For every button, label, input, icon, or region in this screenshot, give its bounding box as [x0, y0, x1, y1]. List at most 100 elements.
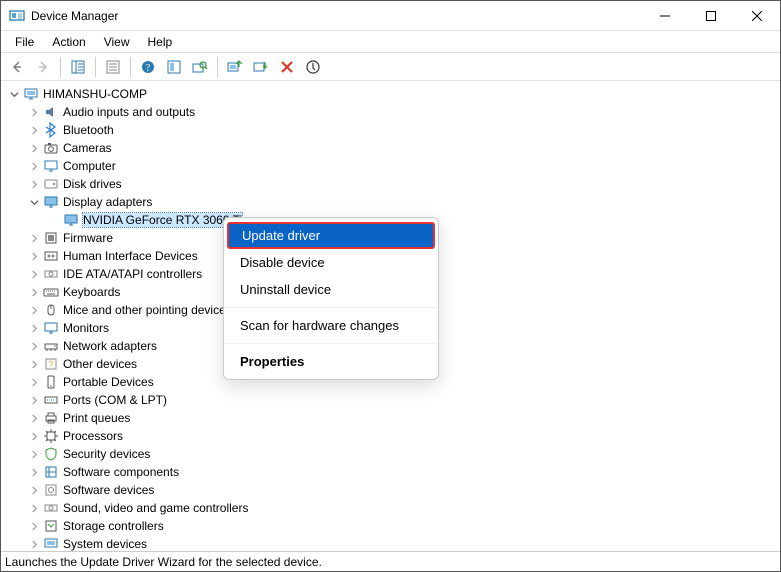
tree-item[interactable]: Bluetooth [27, 121, 780, 139]
chevron-right-icon[interactable] [27, 105, 41, 119]
tree-item[interactable]: Audio inputs and outputs [27, 103, 780, 121]
chevron-right-icon[interactable] [27, 321, 41, 335]
tree-item-label: Portable Devices [63, 375, 154, 389]
device-category-icon [43, 320, 59, 336]
chevron-right-icon[interactable] [27, 231, 41, 245]
tree-item-label: Disk drives [63, 177, 122, 191]
device-category-icon: ? [43, 356, 59, 372]
tree-item[interactable]: Software components [27, 463, 780, 481]
ctx-uninstall-device[interactable]: Uninstall device [224, 276, 438, 303]
tree-item-label: Mice and other pointing devices [63, 303, 232, 317]
scan-hardware-button[interactable] [188, 55, 212, 79]
tree-item-label: Processors [63, 429, 123, 443]
chevron-right-icon[interactable] [27, 537, 41, 551]
tree-item-label: Sound, video and game controllers [63, 501, 248, 515]
tree-root-label: HIMANSHU-COMP [43, 87, 147, 101]
chevron-right-icon[interactable] [27, 357, 41, 371]
chevron-right-icon[interactable] [27, 411, 41, 425]
chevron-right-icon[interactable] [27, 285, 41, 299]
chevron-right-icon[interactable] [27, 501, 41, 515]
chevron-right-icon[interactable] [27, 159, 41, 173]
device-category-icon [43, 518, 59, 534]
tree-item[interactable]: Disk drives [27, 175, 780, 193]
properties-button[interactable] [101, 55, 125, 79]
device-category-icon [43, 482, 59, 498]
ctx-properties[interactable]: Properties [224, 348, 438, 375]
chevron-right-icon[interactable] [27, 429, 41, 443]
tree-item[interactable]: Storage controllers [27, 517, 780, 535]
device-category-icon [43, 500, 59, 516]
chevron-right-icon[interactable] [27, 375, 41, 389]
close-button[interactable] [734, 1, 780, 31]
device-tree-panel[interactable]: HIMANSHU-COMP Audio inputs and outputs Bl… [1, 81, 780, 551]
toolbar: ? [1, 53, 780, 81]
tree-item[interactable]: Software devices [27, 481, 780, 499]
tree-item-label: Bluetooth [63, 123, 114, 137]
update-driver-button[interactable] [223, 55, 247, 79]
device-category-icon [43, 410, 59, 426]
tree-item[interactable]: Ports (COM & LPT) [27, 391, 780, 409]
tree-item-label: Other devices [63, 357, 137, 371]
minimize-button[interactable] [642, 1, 688, 31]
ctx-scan-hardware[interactable]: Scan for hardware changes [224, 312, 438, 339]
ctx-update-driver[interactable]: Update driver [227, 222, 435, 249]
device-category-icon [43, 158, 59, 174]
chevron-right-icon[interactable] [27, 303, 41, 317]
window-title: Device Manager [31, 9, 118, 23]
tree-item-label: Keyboards [63, 285, 120, 299]
chevron-down-icon[interactable] [27, 195, 41, 209]
uninstall-device-button[interactable] [275, 55, 299, 79]
forward-button[interactable] [31, 55, 55, 79]
menu-file[interactable]: File [7, 33, 42, 51]
tree-item[interactable]: Security devices [27, 445, 780, 463]
device-category-icon [43, 194, 59, 210]
back-button[interactable] [5, 55, 29, 79]
chevron-right-icon[interactable] [27, 393, 41, 407]
ctx-disable-device[interactable]: Disable device [224, 249, 438, 276]
chevron-right-icon[interactable] [27, 483, 41, 497]
chevron-right-icon[interactable] [27, 141, 41, 155]
tree-item[interactable]: Cameras [27, 139, 780, 157]
toolbar-icon-2[interactable] [301, 55, 325, 79]
device-category-icon [43, 536, 59, 551]
status-bar: Launches the Update Driver Wizard for th… [1, 551, 780, 571]
tree-item[interactable]: Computer [27, 157, 780, 175]
tree-item[interactable]: Print queues [27, 409, 780, 427]
tree-item[interactable]: Processors [27, 427, 780, 445]
show-hide-tree-button[interactable] [66, 55, 90, 79]
chevron-right-icon[interactable] [27, 123, 41, 137]
chevron-right-icon[interactable] [27, 519, 41, 533]
svg-text:?: ? [146, 63, 151, 74]
chevron-right-icon[interactable] [27, 267, 41, 281]
tree-item-label: Audio inputs and outputs [63, 105, 195, 119]
device-category-icon [43, 104, 59, 120]
chevron-down-icon[interactable] [7, 87, 21, 101]
device-category-icon [43, 122, 59, 138]
toolbar-icon-1[interactable] [162, 55, 186, 79]
tree-item[interactable]: Display adapters [27, 193, 780, 211]
computer-icon [23, 86, 39, 102]
chevron-right-icon[interactable] [27, 465, 41, 479]
tree-item-label: Computer [63, 159, 116, 173]
display-adapter-icon [63, 212, 79, 228]
menu-help[interactable]: Help [140, 33, 181, 51]
device-category-icon [43, 464, 59, 480]
menu-action[interactable]: Action [44, 33, 93, 51]
help-button[interactable]: ? [136, 55, 160, 79]
status-text: Launches the Update Driver Wizard for th… [5, 555, 322, 569]
chevron-right-icon[interactable] [27, 339, 41, 353]
tree-item[interactable]: Sound, video and game controllers [27, 499, 780, 517]
menu-view[interactable]: View [96, 33, 138, 51]
tree-item-label: Monitors [63, 321, 109, 335]
chevron-right-icon[interactable] [27, 249, 41, 263]
chevron-right-icon[interactable] [27, 177, 41, 191]
tree-item-label: Storage controllers [63, 519, 164, 533]
tree-root[interactable]: HIMANSHU-COMP [7, 85, 780, 103]
device-category-icon [43, 392, 59, 408]
maximize-button[interactable] [688, 1, 734, 31]
chevron-right-icon[interactable] [27, 447, 41, 461]
svg-text:?: ? [49, 360, 54, 369]
tree-item[interactable]: System devices [27, 535, 780, 551]
device-category-icon [43, 284, 59, 300]
disable-device-button[interactable] [249, 55, 273, 79]
